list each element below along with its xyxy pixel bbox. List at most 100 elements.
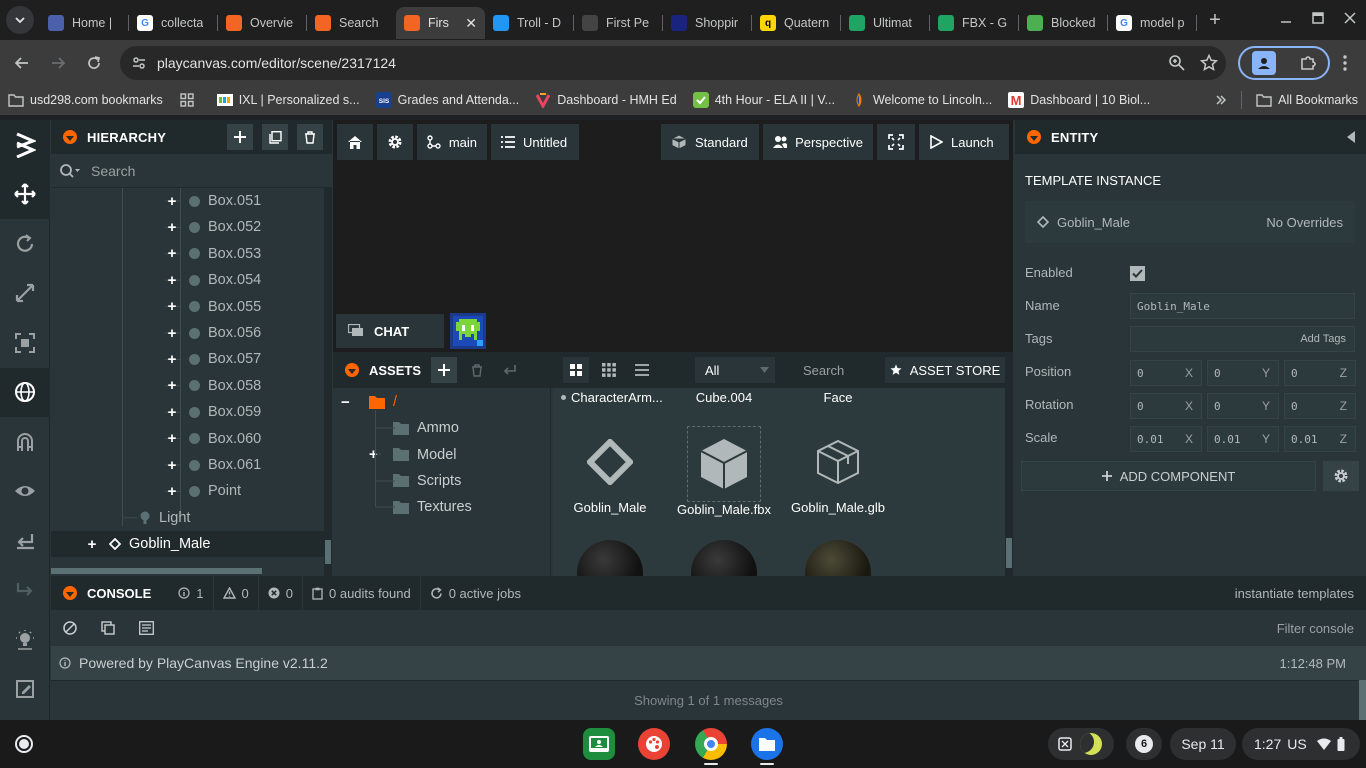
asset-item-goblin-template[interactable]: Goblin_Male (553, 424, 667, 515)
bookmark-item[interactable]: usd298.com bookmarks (0, 87, 171, 113)
notifications-tray[interactable]: 6 (1126, 728, 1162, 760)
chat-toggle[interactable]: CHAT (336, 314, 444, 348)
bookmark-item[interactable]: 4th Hour - ELA II | V... (685, 87, 843, 113)
camera-button[interactable]: Perspective (763, 124, 873, 160)
expand-icon[interactable]: + (165, 430, 179, 447)
expand-icon[interactable]: + (165, 483, 179, 500)
duplicate-entity-button[interactable] (262, 124, 288, 150)
classroom-app[interactable] (583, 728, 615, 760)
browser-tab[interactable]: Gmodel p (1108, 7, 1197, 39)
scene-button[interactable]: Untitled (491, 124, 579, 160)
view-toggle[interactable] (0, 467, 50, 517)
all-bookmarks-link[interactable]: All Bookmarks (1248, 87, 1366, 113)
browser-tab[interactable]: Overvie (218, 7, 307, 39)
add-entity-button[interactable] (227, 124, 253, 150)
files-app[interactable] (751, 728, 783, 760)
profile-button[interactable] (1251, 51, 1276, 75)
browser-tab[interactable]: Firs ✕ (396, 7, 485, 39)
date-tray[interactable]: Sep 11 (1170, 728, 1236, 760)
error-count[interactable]: 0 (259, 576, 303, 610)
hierarchy-item[interactable]: + Box.051 (165, 188, 262, 214)
browser-tab[interactable]: Shoppir (663, 7, 752, 39)
hierarchy-item[interactable]: + Box.055 (165, 294, 262, 320)
asset-filter-select[interactable]: All (695, 357, 775, 383)
browser-tab[interactable]: First Pe (574, 7, 663, 39)
asset-item-goblin-glb[interactable]: Goblin_Male.glb (781, 424, 895, 515)
hierarchy-search[interactable]: Search (51, 154, 332, 188)
address-bar[interactable]: playcanvas.com/editor/scene/2317124 (120, 46, 1226, 80)
rotation-x-field[interactable]: 0X (1130, 393, 1202, 419)
template-instance-box[interactable]: Goblin_Male No Overrides (1025, 201, 1355, 243)
expand-icon[interactable]: + (85, 536, 99, 553)
browser-tab[interactable]: Search (307, 7, 396, 39)
browser-tab[interactable]: FBX - G (930, 7, 1019, 39)
expand-icon[interactable]: + (165, 272, 179, 289)
view-large-grid-button[interactable] (563, 357, 589, 383)
info-count[interactable]: 1 (169, 576, 214, 610)
name-field[interactable]: Goblin_Male (1130, 293, 1355, 319)
material-preview-sphere[interactable] (691, 540, 757, 576)
browser-tab[interactable]: Home | (40, 7, 129, 39)
collapse-left-icon[interactable] (1346, 131, 1356, 143)
home-button[interactable] (337, 124, 373, 160)
browser-tab[interactable]: Blocked (1019, 7, 1108, 39)
rotate-tool[interactable] (0, 219, 50, 269)
close-tab-icon[interactable]: ✕ (465, 15, 477, 32)
asset-item-top[interactable]: CharacterArm... (553, 390, 667, 405)
launch-button[interactable]: Launch (919, 124, 1009, 160)
new-tab-button[interactable]: + (1201, 6, 1229, 34)
warning-count[interactable]: 0 (214, 576, 259, 610)
bookmark-item[interactable]: M Dashboard | 10 Biol... (1000, 87, 1158, 113)
hierarchy-item[interactable]: + Box.053 (165, 241, 262, 267)
browser-tab[interactable]: Gcollecta (129, 7, 218, 39)
forward-button[interactable] (40, 45, 76, 81)
asset-store-button[interactable]: ASSET STORE (885, 357, 1005, 383)
hierarchy-scrollbar[interactable] (324, 188, 332, 576)
material-preview-sphere[interactable] (577, 540, 643, 576)
status-tray[interactable]: 1:27 US (1242, 728, 1360, 760)
hierarchy-item[interactable]: + Box.056 (165, 320, 262, 346)
view-list-button[interactable] (629, 357, 655, 383)
redo-tool[interactable] (0, 566, 50, 616)
branch-button[interactable]: main (417, 124, 487, 160)
bookmark-item[interactable]: Dashboard - HMH Ed (527, 87, 685, 113)
hierarchy-item[interactable]: + Box.057 (165, 346, 262, 372)
reload-button[interactable] (76, 45, 112, 81)
close-window-button[interactable] (1334, 3, 1366, 33)
audits-status[interactable]: 0 audits found (303, 576, 421, 610)
tags-field[interactable]: Add Tags (1130, 326, 1355, 352)
user-avatar[interactable] (450, 313, 486, 349)
hierarchy-item[interactable]: + Box.059 (165, 399, 262, 425)
scale-y-field[interactable]: 0.01 Y (1207, 426, 1279, 452)
hierarchy-horizontal-scroll-thumb[interactable] (51, 568, 262, 574)
enabled-checkbox[interactable] (1130, 266, 1145, 281)
settings-button[interactable] (377, 124, 413, 160)
hierarchy-item[interactable]: + Box.060 (165, 426, 262, 452)
launcher-button[interactable] (10, 730, 38, 758)
star-icon[interactable] (1200, 54, 1218, 72)
site-info-button[interactable] (124, 48, 154, 78)
collapse-entity-icon[interactable] (1027, 130, 1041, 144)
delete-asset-button[interactable] (464, 357, 490, 383)
expand-icon[interactable]: + (165, 351, 179, 368)
fullscreen-button[interactable] (877, 124, 915, 160)
expand-icon[interactable]: + (165, 298, 179, 315)
hierarchy-item[interactable]: + Box.061 (165, 452, 262, 478)
browser-tab[interactable]: q Quatern (752, 7, 841, 39)
filter-console-input[interactable]: Filter console (1277, 621, 1354, 636)
collapse-assets-icon[interactable] (345, 363, 359, 377)
playcanvas-logo-button[interactable] (0, 120, 50, 170)
bookmark-item[interactable]: SIS Grades and Attenda... (368, 87, 528, 113)
hierarchy-scroll-thumb[interactable] (325, 540, 331, 564)
position-z-field[interactable]: 0Z (1284, 360, 1356, 386)
view-small-grid-button[interactable] (596, 357, 622, 383)
expand-icon[interactable]: + (165, 245, 179, 262)
hierarchy-item[interactable]: + Box.058 (165, 373, 262, 399)
expand-icon[interactable]: + (165, 325, 179, 342)
copy-console-button[interactable] (93, 613, 123, 643)
world-space-toggle[interactable] (0, 367, 50, 417)
console-details-button[interactable] (131, 613, 161, 643)
delete-entity-button[interactable] (297, 124, 323, 150)
material-preview-sphere[interactable] (805, 540, 871, 576)
clear-console-button[interactable] (55, 613, 85, 643)
